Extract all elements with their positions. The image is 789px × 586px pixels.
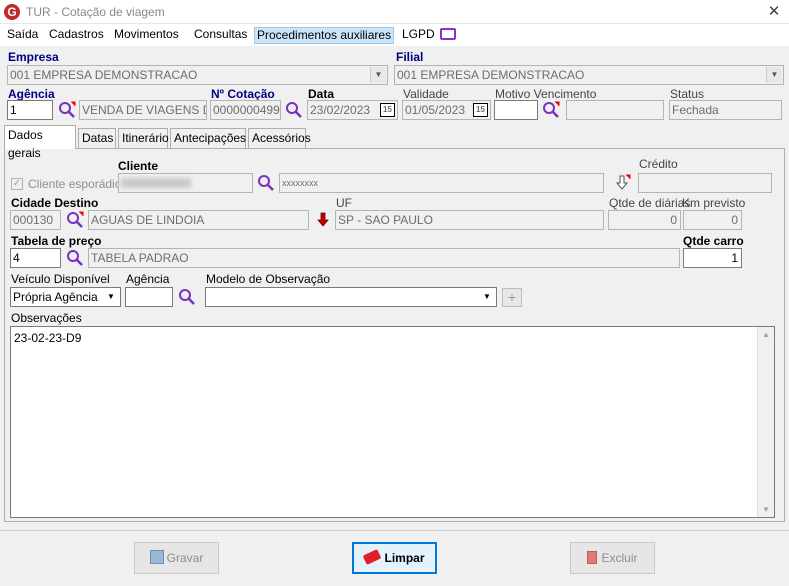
search-icon[interactable] — [542, 101, 560, 119]
arrow-down-outline-icon[interactable] — [614, 174, 632, 192]
cliente-esporadico-label: Cliente esporádico — [28, 177, 128, 191]
status-label: Status — [670, 87, 705, 101]
excluir-button[interactable]: Excluir — [570, 542, 655, 574]
scroll-down-icon[interactable]: ▼ — [758, 505, 774, 514]
filial-select[interactable]: 001 EMPRESA DEMONSTRACAO ▼ — [394, 65, 784, 85]
observacoes-text: 23-02-23-D9 — [14, 331, 82, 345]
menu-cadastros[interactable]: Cadastros — [47, 27, 106, 44]
credito-label: Crédito — [639, 157, 678, 171]
limpar-button[interactable]: Limpar — [352, 542, 437, 574]
calendar-icon[interactable]: 15 — [473, 103, 488, 117]
search-icon[interactable] — [58, 101, 76, 119]
agencia2-input[interactable] — [125, 287, 173, 307]
scroll-up-icon[interactable]: ▲ — [758, 330, 774, 339]
motivo-vencimento-label: Motivo Vencimento — [495, 87, 597, 101]
km-previsto-field: 0 — [683, 210, 742, 230]
vertical-scrollbar[interactable]: ▲ ▼ — [757, 327, 774, 517]
chevron-down-icon: ▼ — [766, 67, 782, 83]
calendar-icon[interactable]: 15 — [380, 103, 395, 117]
arrow-down-icon[interactable] — [315, 211, 333, 229]
modelo-observacao-label: Modelo de Observação — [206, 272, 331, 286]
cotacao-label: Nº Cotação — [211, 87, 275, 101]
empresa-label: Empresa — [8, 50, 59, 64]
qtde-carro-label: Qtde carro — [683, 234, 744, 248]
cidade-destino-label: Cidade Destino — [11, 196, 99, 210]
search-icon[interactable] — [66, 211, 84, 229]
app-logo-icon: G — [4, 4, 20, 20]
tab-itinerario[interactable]: Itinerário — [118, 128, 169, 148]
cotacao-field: 0000000499 — [210, 100, 281, 120]
menu-procedimentos-auxiliares[interactable]: Procedimentos auxiliares — [254, 27, 395, 44]
search-icon[interactable] — [178, 288, 196, 306]
menu-consultas[interactable]: Consultas — [192, 27, 249, 44]
chevron-down-icon: ▼ — [370, 67, 386, 83]
data-label: Data — [308, 87, 335, 101]
cliente-name-field: xxxxxxxx — [279, 173, 604, 193]
tab-antecipacoes[interactable]: Antecipações — [170, 128, 246, 148]
cidade-name-field: AGUAS DE LINDOIA — [88, 210, 309, 230]
cliente-code-input[interactable] — [118, 173, 253, 193]
validade-field[interactable]: 01/05/2023 15 — [402, 100, 491, 120]
cidade-code-input[interactable]: 000130 — [10, 210, 61, 230]
screen-icon[interactable] — [440, 28, 456, 40]
tabela-name-field: TABELA PADRAO — [88, 248, 680, 268]
search-icon[interactable] — [66, 249, 84, 267]
veiculo-disponivel-select[interactable]: Própria Agência ▼ — [10, 287, 121, 307]
title-bar: G TUR - Cotação de viagem ✕ — [0, 0, 789, 24]
chevron-down-icon: ▼ — [103, 289, 119, 305]
eraser-icon — [363, 549, 382, 565]
tab-acessorios[interactable]: Acessórios — [248, 128, 311, 148]
km-previsto-label: Km previsto — [682, 196, 746, 210]
menu-bar: Saída Cadastros Movimentos Consultas Pro… — [0, 24, 789, 46]
tab-dados-gerais[interactable]: Dados gerais — [4, 125, 76, 160]
filial-label: Filial — [396, 50, 424, 64]
uf-field: SP - SAO PAULO — [335, 210, 604, 230]
qtde-carro-input[interactable]: 1 — [683, 248, 742, 268]
agencia2-label: Agência — [126, 272, 170, 286]
menu-saida[interactable]: Saída — [5, 27, 40, 44]
empresa-select[interactable]: 001 EMPRESA DEMONSTRACAO ▼ — [7, 65, 388, 85]
agencia-label: Agência — [8, 87, 55, 101]
window-title: TUR - Cotação de viagem — [26, 5, 165, 19]
menu-lgpd[interactable]: LGPD — [400, 27, 437, 44]
agencia-code-input[interactable]: 1 — [7, 100, 53, 120]
tabela-preco-label: Tabela de preço — [11, 234, 102, 248]
cliente-label: Cliente — [118, 159, 159, 173]
credito-field — [638, 173, 772, 193]
veiculo-disponivel-label: Veículo Disponível — [11, 272, 110, 286]
qtde-diarias-field: 0 — [608, 210, 681, 230]
search-icon[interactable] — [285, 101, 303, 119]
plus-icon: + — [507, 289, 517, 305]
status-field: Fechada — [669, 100, 782, 120]
validade-label: Validade — [403, 87, 449, 101]
motivo-desc-field — [566, 100, 664, 120]
agencia-name-field: VENDA DE VIAGENS DE — [79, 100, 207, 120]
data-field[interactable]: 23/02/2023 15 — [307, 100, 398, 120]
gravar-button[interactable]: Gravar — [134, 542, 219, 574]
observacoes-label: Observações — [11, 311, 82, 325]
tabela-code-input[interactable]: 4 — [10, 248, 61, 268]
tab-datas[interactable]: Datas — [78, 128, 116, 148]
modelo-observacao-select[interactable]: ▼ — [205, 287, 497, 307]
search-icon[interactable] — [257, 174, 275, 192]
uf-label: UF — [336, 196, 352, 210]
cliente-esporadico-checkbox[interactable]: ✓ — [11, 178, 23, 190]
chevron-down-icon: ▼ — [479, 289, 495, 305]
close-button[interactable]: ✕ — [762, 2, 786, 22]
observacoes-textarea[interactable]: 23-02-23-D9 ▲ ▼ — [10, 326, 775, 518]
menu-movimentos[interactable]: Movimentos — [112, 27, 181, 44]
motivo-code-input[interactable] — [494, 100, 538, 120]
trash-icon — [587, 551, 598, 564]
save-icon — [149, 550, 164, 564]
add-observacao-button[interactable]: + — [502, 288, 522, 307]
qtde-diarias-label: Qtde de diárias — [609, 196, 691, 210]
